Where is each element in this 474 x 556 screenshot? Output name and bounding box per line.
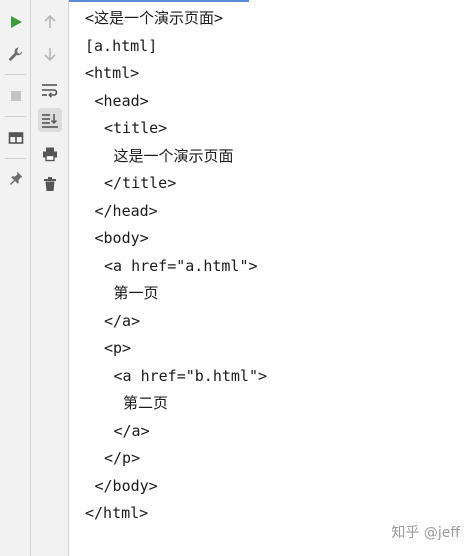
arrow-up-icon bbox=[38, 10, 62, 34]
layout-icon[interactable] bbox=[4, 126, 28, 150]
console-line: </a> bbox=[104, 311, 141, 330]
console-line: <p> bbox=[104, 339, 132, 357]
console-line: <title> bbox=[104, 119, 168, 137]
console-output[interactable]: <这是一个演示页面> [a.html] <html> <head> <title> 这是一… bbox=[69, 0, 474, 556]
console-line: </a> bbox=[113, 421, 150, 440]
console-line: <html> bbox=[85, 64, 140, 82]
console-line: </html> bbox=[85, 504, 149, 522]
console-line: 这是一个演示页面 bbox=[113, 146, 234, 165]
console-line: <这是一个演示页面> bbox=[85, 9, 224, 27]
run-toolbar bbox=[0, 0, 31, 556]
console-line: <a href="a.html"> bbox=[104, 256, 258, 275]
trash-icon[interactable] bbox=[38, 172, 62, 196]
print-icon[interactable] bbox=[38, 142, 62, 166]
run-icon[interactable] bbox=[4, 10, 28, 34]
console-toolbar bbox=[31, 0, 69, 556]
separator bbox=[5, 116, 26, 117]
console-line: </head> bbox=[94, 201, 158, 220]
scroll-to-end-icon[interactable] bbox=[38, 108, 62, 132]
console-line: </body> bbox=[94, 476, 158, 495]
wrench-icon[interactable] bbox=[4, 42, 28, 66]
console-line: </title> bbox=[104, 174, 177, 192]
console-line: <body> bbox=[94, 229, 149, 247]
watermark: 知乎 @jeff bbox=[391, 525, 460, 541]
separator bbox=[5, 74, 26, 75]
console-line: 第一页 bbox=[113, 284, 159, 302]
separator bbox=[5, 158, 26, 159]
pin-icon[interactable] bbox=[4, 166, 28, 190]
stop-icon bbox=[4, 84, 28, 108]
console-line: </p> bbox=[104, 449, 141, 467]
console-line: 第二页 bbox=[123, 394, 169, 412]
console-line: <a href="b.html"> bbox=[113, 366, 268, 385]
console-line: <head> bbox=[94, 91, 149, 110]
console-line: [a.html] bbox=[85, 36, 158, 55]
arrow-down-icon bbox=[38, 42, 62, 66]
soft-wrap-icon[interactable] bbox=[38, 78, 62, 102]
